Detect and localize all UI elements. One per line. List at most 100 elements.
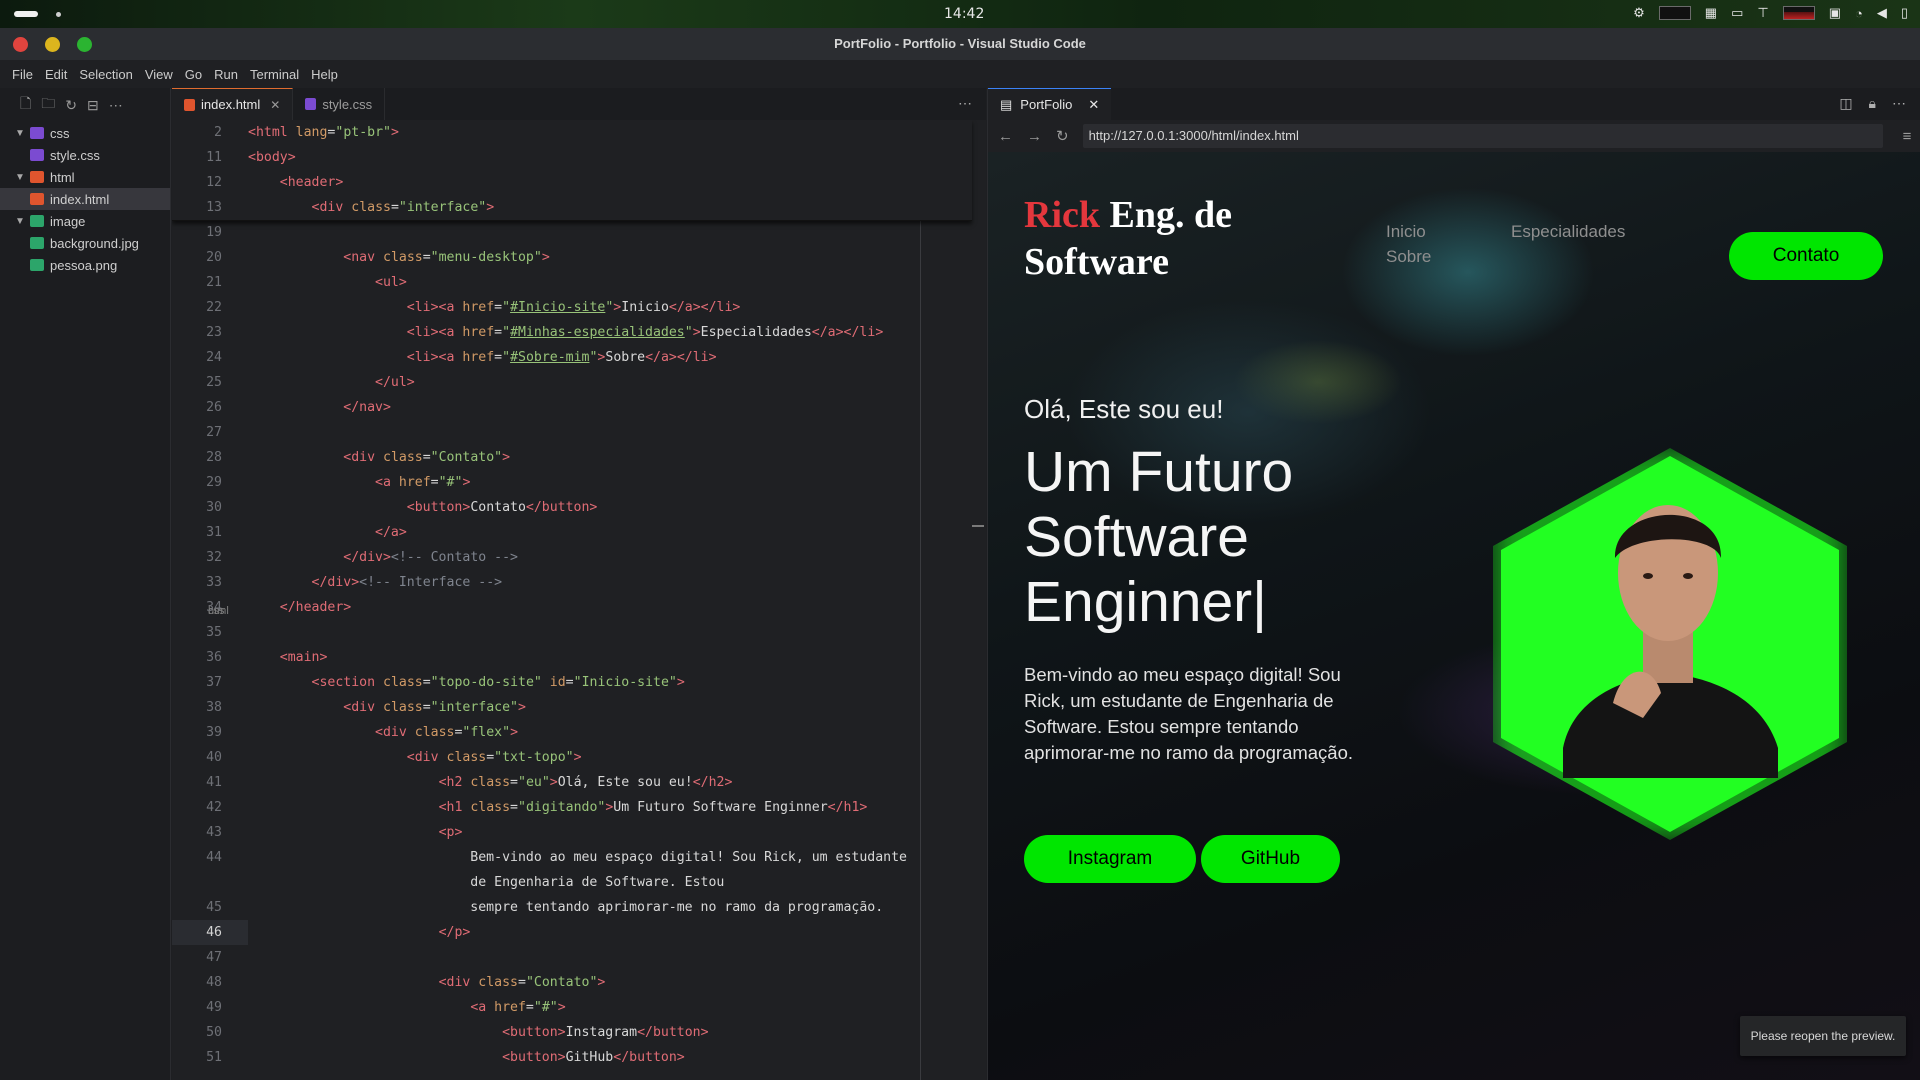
- menu-edit[interactable]: Edit: [39, 60, 73, 88]
- preview-icon: ▤: [1000, 96, 1013, 112]
- memory-icon[interactable]: ▦: [1705, 5, 1717, 21]
- close-tab-icon[interactable]: ✕: [1088, 97, 1099, 113]
- css-file-icon: [305, 98, 317, 110]
- collapse-all-icon[interactable]: ⊟: [87, 97, 99, 114]
- lock-icon[interactable]: 🔒︎: [1869, 95, 1876, 112]
- activities-indicator[interactable]: [14, 11, 38, 17]
- window-title: PortFolio - Portfolio - Visual Studio Co…: [834, 36, 1086, 51]
- more-actions-icon[interactable]: ⋯: [1892, 95, 1906, 112]
- profile-photo: [1563, 505, 1778, 778]
- menu-go[interactable]: Go: [179, 60, 208, 88]
- code-lines: 19 20 <nav class="menu-desktop"> 21 <ul>…: [172, 220, 972, 1070]
- network-meter: [1782, 6, 1815, 20]
- headline: Um Futuro Software Enginner|: [1024, 440, 1294, 634]
- new-folder-icon[interactable]: 🗀: [41, 93, 55, 117]
- code-line: 12 <header>: [206, 175, 344, 190]
- tab-index-html[interactable]: index.html html ✕: [172, 88, 294, 617]
- tree-label: html: [50, 169, 75, 185]
- instagram-button[interactable]: Instagram: [1024, 835, 1196, 883]
- menu-run[interactable]: Run: [208, 60, 244, 88]
- site-description: Bem-vindo ao meu espaço digital! Sou Ric…: [1024, 664, 1354, 763]
- logo-first-name: Rick: [1024, 194, 1100, 236]
- tree-label: css: [50, 125, 70, 141]
- reopen-preview-toast[interactable]: Please reopen the preview.: [1740, 1016, 1906, 1056]
- html-file-icon: [184, 98, 195, 111]
- tree-file-style-css[interactable]: style.css: [0, 144, 170, 166]
- refresh-icon[interactable]: ↻: [65, 97, 77, 114]
- os-top-bar: 14:42 ⚙ ▦ ▭ ⊤ ▣ ◔ ◀ ▯: [0, 0, 1920, 28]
- wifi-icon[interactable]: ◔: [1855, 6, 1863, 21]
- editor-tabs: index.html html ✕ style.css css ⋯: [172, 88, 986, 617]
- menu-icon[interactable]: ≡: [1903, 128, 1912, 145]
- workspace-dot[interactable]: [56, 12, 61, 17]
- explorer-toolbar: 🗋 🗀 ↻ ⊟ ⋯: [0, 88, 170, 122]
- back-icon[interactable]: ←: [998, 128, 1013, 145]
- image-file-icon: [30, 237, 44, 249]
- tree-label: style.css: [50, 147, 100, 163]
- image-file-icon: [30, 259, 44, 271]
- current-line[interactable]: 46 </p>: [172, 920, 972, 945]
- menu-file[interactable]: File: [6, 60, 39, 88]
- chevron-down-icon: ▼: [15, 215, 25, 227]
- code-area[interactable]: 2 <html lang="pt-br"> 11 <body> 12 <header…: [172, 120, 986, 1080]
- reload-icon[interactable]: ↻: [1056, 127, 1069, 145]
- tab-style-css[interactable]: style.css css: [208, 88, 386, 617]
- profile-photo-frame: [1493, 448, 1847, 840]
- live-preview-pane: ▤ PortFolio ✕ ◫ 🔒︎ ⋯ ← → ↻ http://127.0.…: [987, 88, 1920, 1080]
- chevron-down-icon: ▼: [15, 127, 25, 139]
- tab-portfolio-preview[interactable]: ▤ PortFolio ✕: [988, 88, 1112, 120]
- more-actions-icon[interactable]: ⋯: [958, 95, 972, 112]
- tree-file-index-html[interactable]: index.html: [0, 188, 170, 210]
- site-logo[interactable]: Rick Eng. de Software: [1024, 192, 1284, 286]
- tree-label: image: [50, 213, 86, 229]
- contato-button[interactable]: Contato: [1729, 232, 1883, 280]
- greeting: Olá, Este sou eu!: [1024, 394, 1224, 424]
- folder-html-icon: [30, 171, 44, 183]
- forward-icon[interactable]: →: [1027, 128, 1042, 145]
- cpu-meter: [1658, 6, 1691, 20]
- tree-folder-html[interactable]: ▼ html: [0, 166, 170, 188]
- tree-file-pessoa-png[interactable]: pessoa.png: [0, 254, 170, 276]
- github-button[interactable]: GitHub: [1201, 835, 1340, 883]
- folder-image-icon: [30, 215, 44, 227]
- code-line: 13 <div class="interface">: [206, 200, 495, 215]
- battery-icon[interactable]: ▯: [1901, 5, 1908, 21]
- settings-icon[interactable]: ⚙: [1633, 5, 1645, 21]
- preview-nav-bar: ← → ↻ http://127.0.0.1:3000/html/index.h…: [988, 120, 1920, 152]
- tab-label: PortFolio: [1020, 97, 1073, 112]
- tree-label: pessoa.png: [50, 257, 118, 273]
- preview-actions: ◫ 🔒︎ ⋯: [1839, 95, 1906, 112]
- menu-selection[interactable]: Selection: [73, 60, 138, 88]
- menu-terminal[interactable]: Terminal: [244, 60, 305, 88]
- nav-link-sobre[interactable]: Sobre: [1386, 247, 1431, 267]
- tree-folder-css[interactable]: ▼ css: [0, 122, 170, 144]
- menu-help[interactable]: Help: [305, 60, 344, 88]
- scrollbar-thumb[interactable]: [972, 525, 984, 527]
- portfolio-site: Rick Eng. de Software Inicio Especialida…: [988, 152, 1920, 1080]
- more-actions-icon[interactable]: ⋯: [109, 97, 123, 114]
- tree-folder-image[interactable]: ▼ image: [0, 210, 170, 232]
- window-grid-icon[interactable]: ▣: [1829, 5, 1841, 21]
- volume-icon[interactable]: ◀: [1877, 5, 1887, 21]
- split-editor-icon[interactable]: ◫: [1839, 95, 1852, 112]
- new-file-icon[interactable]: 🗋: [20, 93, 31, 117]
- nav-link-especialidades[interactable]: Especialidades: [1511, 222, 1625, 242]
- menu-bar: File Edit Selection View Go Run Terminal…: [0, 60, 1920, 88]
- folder-css-icon: [30, 127, 44, 139]
- close-tab-icon[interactable]: ✕: [270, 98, 280, 112]
- code-line: 2 <html lang="pt-br">: [214, 125, 399, 140]
- nav-link-inicio[interactable]: Inicio: [1386, 222, 1426, 242]
- code-line: 11 <body>: [206, 150, 296, 165]
- clock[interactable]: 14:42: [944, 6, 984, 22]
- tree-label: background.jpg: [50, 235, 139, 251]
- tree-file-background-jpg[interactable]: background.jpg: [0, 232, 170, 254]
- network-graph-icon[interactable]: ⊤: [1757, 5, 1768, 21]
- tab-label: style.css: [322, 96, 373, 112]
- tree-label: index.html: [50, 191, 110, 207]
- system-tray: ⚙ ▦ ▭ ⊤ ▣ ◔ ◀ ▯: [1633, 5, 1908, 21]
- drive-icon[interactable]: ▭: [1731, 5, 1743, 21]
- explorer-sidebar: 🗋 🗀 ↻ ⊟ ⋯ ▼ css style.css ▼ html index.h…: [0, 88, 171, 1080]
- sticky-scroll-header[interactable]: 2 <html lang="pt-br"> 11 <body> 12 <header…: [172, 120, 972, 221]
- url-input[interactable]: http://127.0.0.1:3000/html/index.html: [1082, 124, 1883, 148]
- menu-view[interactable]: View: [139, 60, 179, 88]
